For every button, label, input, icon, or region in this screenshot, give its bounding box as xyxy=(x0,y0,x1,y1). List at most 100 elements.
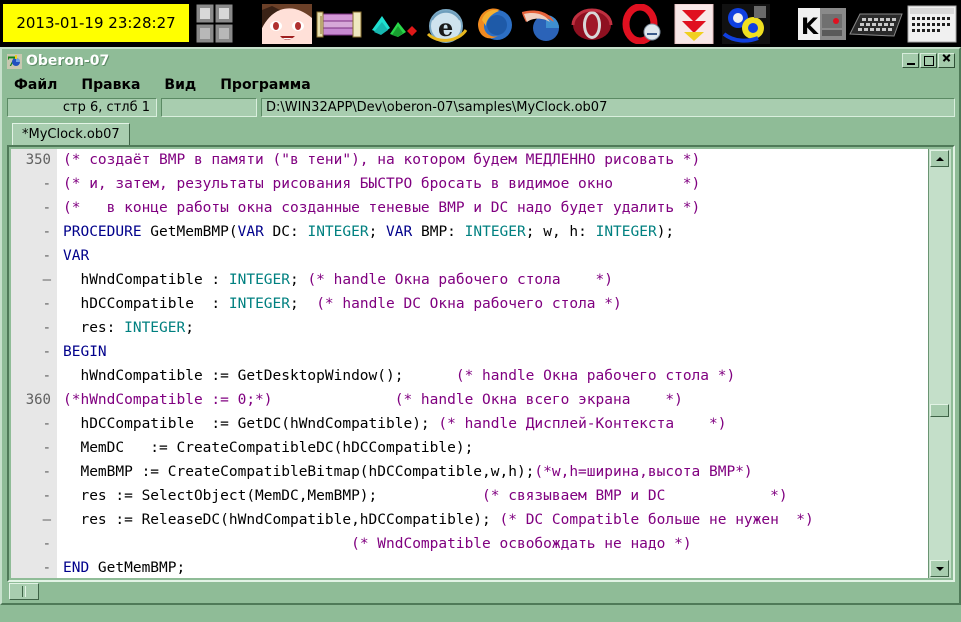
code-line[interactable]: - MemDC := CreateCompatibleDC(hDCCompati… xyxy=(11,437,929,461)
code-token: (* создаёт BMP в памяти ("в тени"), на к… xyxy=(63,152,701,168)
menu-edit[interactable]: Правка xyxy=(71,76,150,94)
code-token: (* связываем BMP и DC *) xyxy=(482,488,788,504)
internet-explorer-icon[interactable]: e xyxy=(424,4,470,44)
code-line[interactable]: 360 (*hWndCompatible := 0;*) (* handle Ок… xyxy=(11,389,929,413)
code-line[interactable]: - hDCCompatible := GetDC(hWndCompatible)… xyxy=(11,413,929,437)
game-tiles-icon[interactable] xyxy=(196,4,234,44)
download-master-icon[interactable] xyxy=(672,4,716,44)
anime-face-icon[interactable] xyxy=(262,4,312,44)
cursor-position-field: стр 6, стлб 1 xyxy=(7,98,157,117)
code-line[interactable]: - VAR xyxy=(11,245,929,269)
code-text: VAR xyxy=(57,245,89,268)
code-token: res: xyxy=(63,320,125,336)
code-line[interactable]: - MemBMP := CreateCompatibleBitmap(hDCCo… xyxy=(11,461,929,485)
maximize-button[interactable] xyxy=(920,53,937,68)
code-token: (* DC Compatible больше не нужен *) xyxy=(499,512,814,528)
window-controls xyxy=(902,53,955,68)
desktop-strip xyxy=(0,605,961,622)
opera-red-icon[interactable] xyxy=(620,4,666,44)
code-line[interactable]: - res := SelectObject(MemDC,MemBMP); (* … xyxy=(11,485,929,509)
gimp-brushes-icon[interactable] xyxy=(370,4,422,44)
code-token: hWndCompatible := GetDesktopWindow(); xyxy=(63,368,456,384)
vertical-scrollbar[interactable] xyxy=(928,149,951,578)
code-token: ; xyxy=(289,272,308,288)
code-line[interactable]: - (* в конце работы окна созданные теневы… xyxy=(11,197,929,221)
code-token: hWndCompatible : xyxy=(63,272,229,288)
code-token: DC: xyxy=(263,224,308,240)
scroll-down-button[interactable] xyxy=(930,560,949,577)
line-number: — xyxy=(11,509,57,533)
code-line[interactable]: — res := ReleaseDC(hWndCompatible,hDCCom… xyxy=(11,509,929,533)
editor-inner: 350 (* создаёт BMP в памяти ("в тени"), н… xyxy=(11,149,951,578)
winrar-books-icon[interactable] xyxy=(315,4,363,44)
code-token: INTEGER xyxy=(228,296,290,312)
code-editor[interactable]: 350 (* создаёт BMP в памяти ("в тени"), н… xyxy=(11,149,929,578)
code-token: BEGIN xyxy=(63,344,107,360)
menu-program[interactable]: Программа xyxy=(210,76,320,94)
code-line[interactable]: - (* и, затем, результаты рисования БЫСТР… xyxy=(11,173,929,197)
taskbar-clock[interactable]: 2013-01-19 23:28:27 xyxy=(3,4,189,42)
code-text: res: INTEGER; xyxy=(57,317,194,340)
minimize-button[interactable] xyxy=(902,53,919,68)
horizontal-scroll-thumb[interactable] xyxy=(9,583,39,600)
code-line[interactable]: - res: INTEGER; xyxy=(11,317,929,341)
grip-line xyxy=(22,586,23,597)
code-token: VAR xyxy=(63,248,90,264)
window-title: Oberon-07 xyxy=(26,53,110,69)
k-editor-icon[interactable]: K xyxy=(798,4,846,44)
firefox-icon[interactable] xyxy=(474,4,518,44)
code-token: BMP: xyxy=(412,224,465,240)
status-middle-field xyxy=(161,98,257,117)
code-text: res := ReleaseDC(hWndCompatible,hDCCompa… xyxy=(57,509,814,532)
code-token: INTEGER xyxy=(464,224,526,240)
fasm-icon[interactable] xyxy=(722,4,770,44)
code-line[interactable]: - BEGIN xyxy=(11,341,929,365)
code-text: (*hWndCompatible := 0;*) (* handle Окна … xyxy=(57,389,683,412)
line-number: - xyxy=(11,245,57,269)
code-token: res := ReleaseDC(hWndCompatible,hDCCompa… xyxy=(63,512,500,528)
code-token: (* handle Дисплей-Контекста *) xyxy=(438,416,727,432)
window-titlebar[interactable]: 7 Oberon-07 xyxy=(4,51,959,71)
keyboard-icon[interactable] xyxy=(848,4,904,44)
menu-file[interactable]: Файл xyxy=(4,76,67,94)
menu-view[interactable]: Вид xyxy=(154,76,206,94)
code-text: (* в конце работы окна созданные теневые… xyxy=(57,197,700,220)
line-number: 350 xyxy=(11,149,57,173)
code-token: (* в конце работы окна созданные теневые… xyxy=(63,200,701,216)
terminal-icon[interactable] xyxy=(906,4,958,44)
code-text: (* WndCompatible освобождать не надо *) xyxy=(57,533,691,556)
code-token: ); xyxy=(656,224,675,240)
line-number: - xyxy=(11,341,57,365)
horizontal-scrollbar[interactable] xyxy=(7,582,955,602)
tab-strip: *MyClock.ob07 xyxy=(7,123,955,145)
code-token: hDCCompatible := GetDC(hWndCompatible); xyxy=(63,416,439,432)
code-line[interactable]: - END GetMemBMP; xyxy=(11,557,929,578)
line-number: - xyxy=(11,317,57,341)
opera-icon[interactable] xyxy=(570,4,616,44)
code-text: res := SelectObject(MemDC,MemBMP); (* св… xyxy=(57,485,788,508)
line-number: - xyxy=(11,461,57,485)
code-token: GetMemBMP; xyxy=(89,560,186,576)
code-line[interactable]: - hDCCompatible : INTEGER; (* handle DC … xyxy=(11,293,929,317)
code-token: GetMemBMP( xyxy=(141,224,238,240)
close-button[interactable] xyxy=(938,53,955,68)
code-line[interactable]: 350 (* создаёт BMP в памяти ("в тени"), н… xyxy=(11,149,929,173)
code-line[interactable]: — hWndCompatible : INTEGER; (* handle Ок… xyxy=(11,269,929,293)
vertical-scroll-thumb[interactable] xyxy=(930,404,949,417)
grip-line xyxy=(25,586,26,597)
code-text: hDCCompatible : INTEGER; (* handle DC Ок… xyxy=(57,293,622,316)
code-line[interactable]: - (* WndCompatible освобождать не надо *… xyxy=(11,533,929,557)
code-text: MemDC := CreateCompatibleDC(hDCCompatibl… xyxy=(57,437,473,460)
scroll-up-button[interactable] xyxy=(930,150,949,167)
code-token: (* handle DC Окна рабочего стола *) xyxy=(316,296,622,312)
code-line[interactable]: - PROCEDURE GetMemBMP(VAR DC: INTEGER; VA… xyxy=(11,221,929,245)
oberon-main-window: 7 Oberon-07 Файл Правка Вид Программа ст… xyxy=(0,47,961,605)
seamonkey-icon[interactable] xyxy=(520,4,566,44)
code-line[interactable]: - hWndCompatible := GetDesktopWindow(); … xyxy=(11,365,929,389)
tab-myclock[interactable]: *MyClock.ob07 xyxy=(12,123,130,145)
code-token: PROCEDURE xyxy=(63,224,142,240)
line-number: — xyxy=(11,269,57,293)
line-number: - xyxy=(11,437,57,461)
line-number: - xyxy=(11,557,57,578)
code-token: res := SelectObject(MemDC,MemBMP); xyxy=(63,488,483,504)
